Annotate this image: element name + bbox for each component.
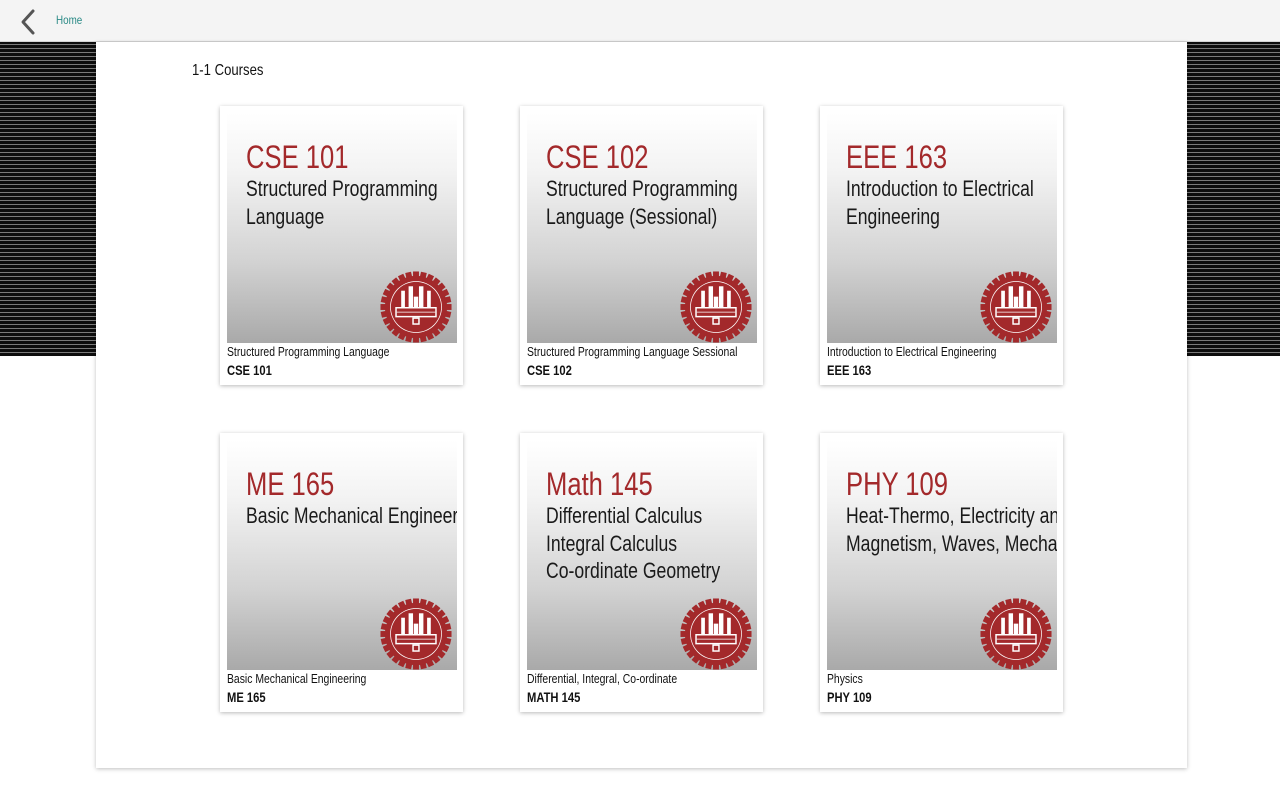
course-cover-title-line: Differential Calculus [546, 503, 703, 528]
course-card[interactable]: PHY 109 Heat-Thermo, Electricity and Magne… [820, 433, 1063, 712]
course-card[interactable]: CSE 102 Structured Programming Language (S… [520, 106, 763, 385]
course-cover-code: EEE 163 [846, 139, 948, 175]
course-code-label: CSE 101 [227, 362, 272, 378]
course-cover-image[interactable]: Math 145 Differential Calculus Integral Ca… [527, 440, 757, 670]
course-cover-title: Differential Calculus Integral Calculus Co… [546, 502, 754, 585]
course-cover-code: PHY 109 [846, 466, 948, 502]
course-subtitle: Physics [827, 671, 863, 686]
university-seal-icon [979, 597, 1053, 670]
course-cover-image[interactable]: CSE 102 Structured Programming Language (S… [527, 113, 757, 343]
course-cover-title-line: Structured Programming [546, 176, 738, 201]
course-cover-image[interactable]: ME 165Basic Mechanical Engineering [227, 440, 457, 670]
course-card[interactable]: EEE 163 Introduction to Electrical Enginee… [820, 106, 1063, 385]
course-card[interactable]: CSE 101 Structured Programming Language Str… [220, 106, 463, 385]
course-cover-title-line: Language [246, 203, 325, 229]
course-cover-title-line: Basic Mechanical Engineering [246, 503, 457, 528]
course-subtitle: Differential, Integral, Co-ordinate [527, 671, 678, 686]
course-cover-title-line: Engineering [846, 203, 940, 229]
course-cover-title: Heat-Thermo, Electricity and Magnetism, W… [846, 502, 1057, 557]
course-subtitle: Structured Programming Language Sessiona… [527, 344, 738, 359]
course-cover-title-line: Language (Sessional) [546, 203, 718, 229]
course-cover-title: Structured Programming Language (Sessiona… [546, 175, 754, 230]
course-code-label: EEE 163 [827, 362, 872, 378]
university-seal-icon [679, 597, 753, 670]
course-code-label: ME 165 [227, 689, 266, 705]
course-cover-title-line: Magnetism, Waves, Mechanics [846, 530, 1057, 556]
course-cover-title: Introduction to Electrical Engineering [846, 175, 1054, 230]
university-seal-icon [379, 270, 453, 343]
course-cover-code: Math 145 [546, 466, 653, 502]
course-code-label: PHY 109 [827, 689, 872, 705]
course-card[interactable]: Math 145 Differential Calculus Integral Ca… [520, 433, 763, 712]
home-link[interactable]: Home [56, 13, 82, 27]
course-cover-title-line: Co-ordinate Geometry [546, 558, 721, 583]
course-cover-image[interactable]: EEE 163 Introduction to Electrical Enginee… [827, 113, 1057, 343]
university-seal-icon [379, 597, 453, 670]
course-subtitle: Structured Programming Language [227, 344, 390, 359]
course-code-label: MATH 145 [527, 689, 581, 705]
course-cover-title-line: Integral Calculus [546, 530, 678, 556]
course-cover-code: CSE 101 [246, 139, 349, 175]
course-cover-image[interactable]: CSE 101 Structured Programming Language [227, 113, 457, 343]
course-cover-title-line: Introduction to Electrical [846, 176, 1034, 201]
course-cover-title-line: Structured Programming [246, 176, 438, 201]
course-cover-title: Structured Programming Language [246, 175, 454, 230]
university-seal-icon [979, 270, 1053, 343]
course-subtitle: Introduction to Electrical Engineering [827, 344, 997, 359]
course-cover-code: CSE 102 [546, 139, 649, 175]
course-card[interactable]: ME 165Basic Mechanical EngineeringBasic … [220, 433, 463, 712]
course-cover-title-line: Heat-Thermo, Electricity and [846, 503, 1057, 528]
course-cover-code: ME 165 [246, 466, 335, 502]
course-code-label: CSE 102 [527, 362, 572, 378]
back-button[interactable] [14, 8, 42, 36]
content-panel: 1-1 Courses CSE 101 Structured Programmin… [96, 42, 1187, 768]
course-subtitle: Basic Mechanical Engineering [227, 671, 367, 686]
top-navbar: Home [0, 0, 1280, 42]
course-cover-title: Basic Mechanical Engineering [246, 502, 457, 530]
course-cover-image[interactable]: PHY 109 Heat-Thermo, Electricity and Magne… [827, 440, 1057, 670]
university-seal-icon [679, 270, 753, 343]
chevron-left-icon [21, 9, 35, 35]
section-title: 1-1 Courses [192, 62, 264, 79]
